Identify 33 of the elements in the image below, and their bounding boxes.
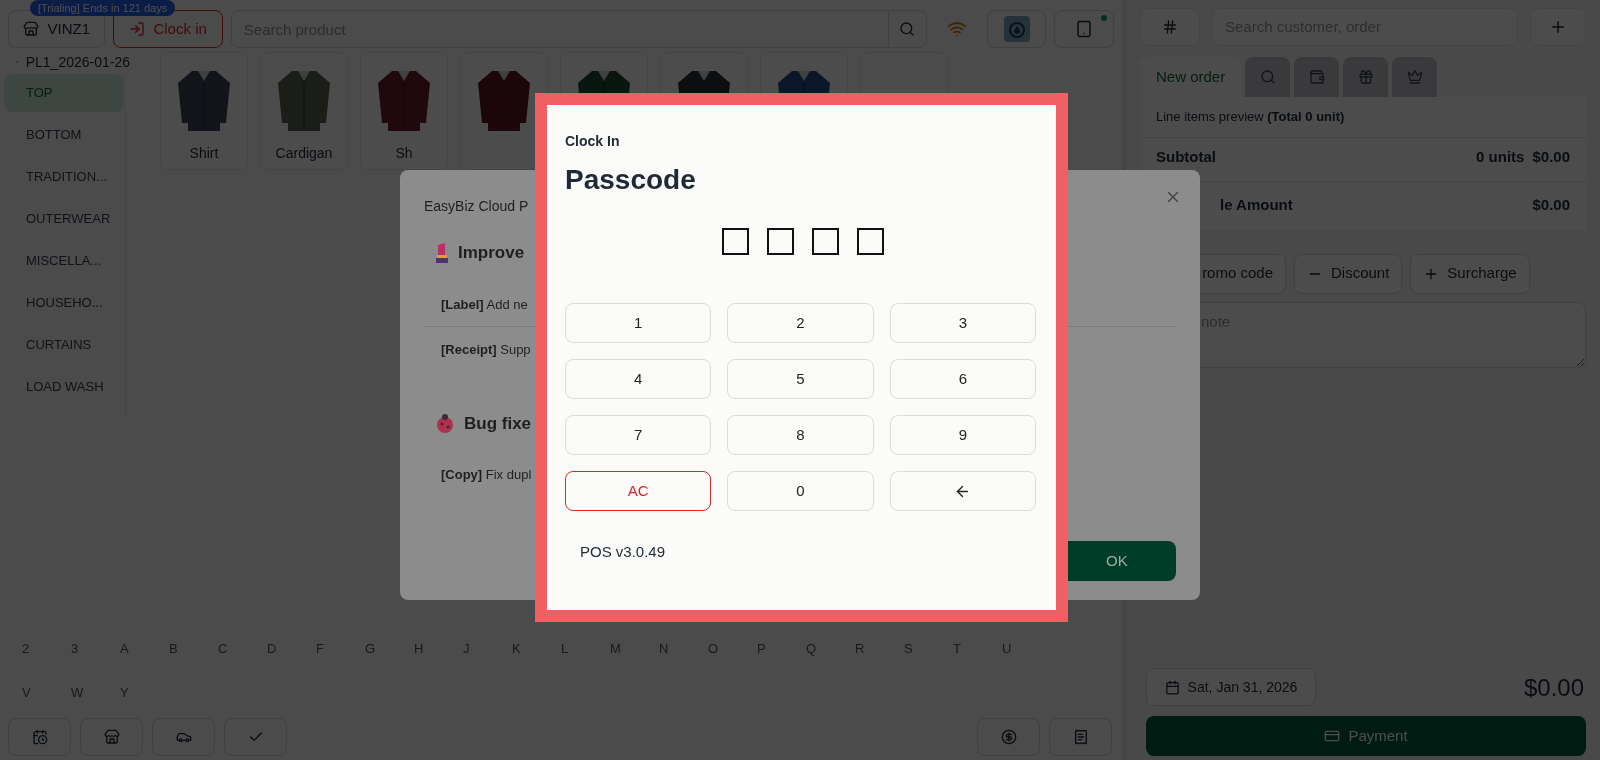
release-note: [Receipt] Supp [441, 341, 531, 357]
keypad-key[interactable]: 2 [727, 303, 874, 343]
subtotal-label: Subtotal [1156, 146, 1216, 167]
subtotal-amount: $0.00 [1532, 146, 1570, 167]
ladybug-icon [434, 413, 456, 434]
lipstick-icon [434, 242, 450, 263]
section-heading: Improve [458, 242, 525, 264]
subtotal-units: 0 units [1476, 146, 1525, 167]
keypad-key[interactable]: 0 [727, 471, 874, 511]
order-total: $0.00 [1523, 673, 1584, 703]
dialog-caption: Clock In [565, 132, 621, 151]
keypad-key[interactable]: 3 [889, 303, 1036, 343]
keypad-key[interactable]: 7 [565, 415, 712, 455]
version-label: POS v3.0.49 [579, 542, 667, 562]
product-name: Shirt [189, 144, 219, 163]
backspace-button[interactable] [889, 471, 1036, 511]
keypad-key[interactable]: 8 [727, 415, 874, 455]
keypad-key[interactable]: 9 [889, 415, 1036, 455]
section-heading: Bug fixe [464, 412, 532, 435]
sale-amount-value: $0.00 [1532, 195, 1570, 216]
keypad-key[interactable]: 6 [889, 359, 1036, 399]
keypad-key[interactable]: 5 [727, 359, 874, 399]
clear-button[interactable]: AC [565, 471, 712, 511]
product-name: Cardigan [275, 144, 333, 163]
price-list-label: PL1_2026-01-26 [25, 52, 130, 72]
dialog-title: Passcode [565, 163, 697, 197]
release-note: [Copy] Fix dupl [441, 467, 532, 482]
keypad-key[interactable]: 1 [565, 303, 712, 343]
keypad-key[interactable]: 4 [565, 359, 712, 399]
sale-amount-label: le Amount [1220, 195, 1293, 216]
dialog-title: EasyBiz Cloud P [424, 197, 529, 216]
product-name: Sh [395, 144, 413, 163]
release-note: [Label] Add ne [441, 296, 528, 312]
